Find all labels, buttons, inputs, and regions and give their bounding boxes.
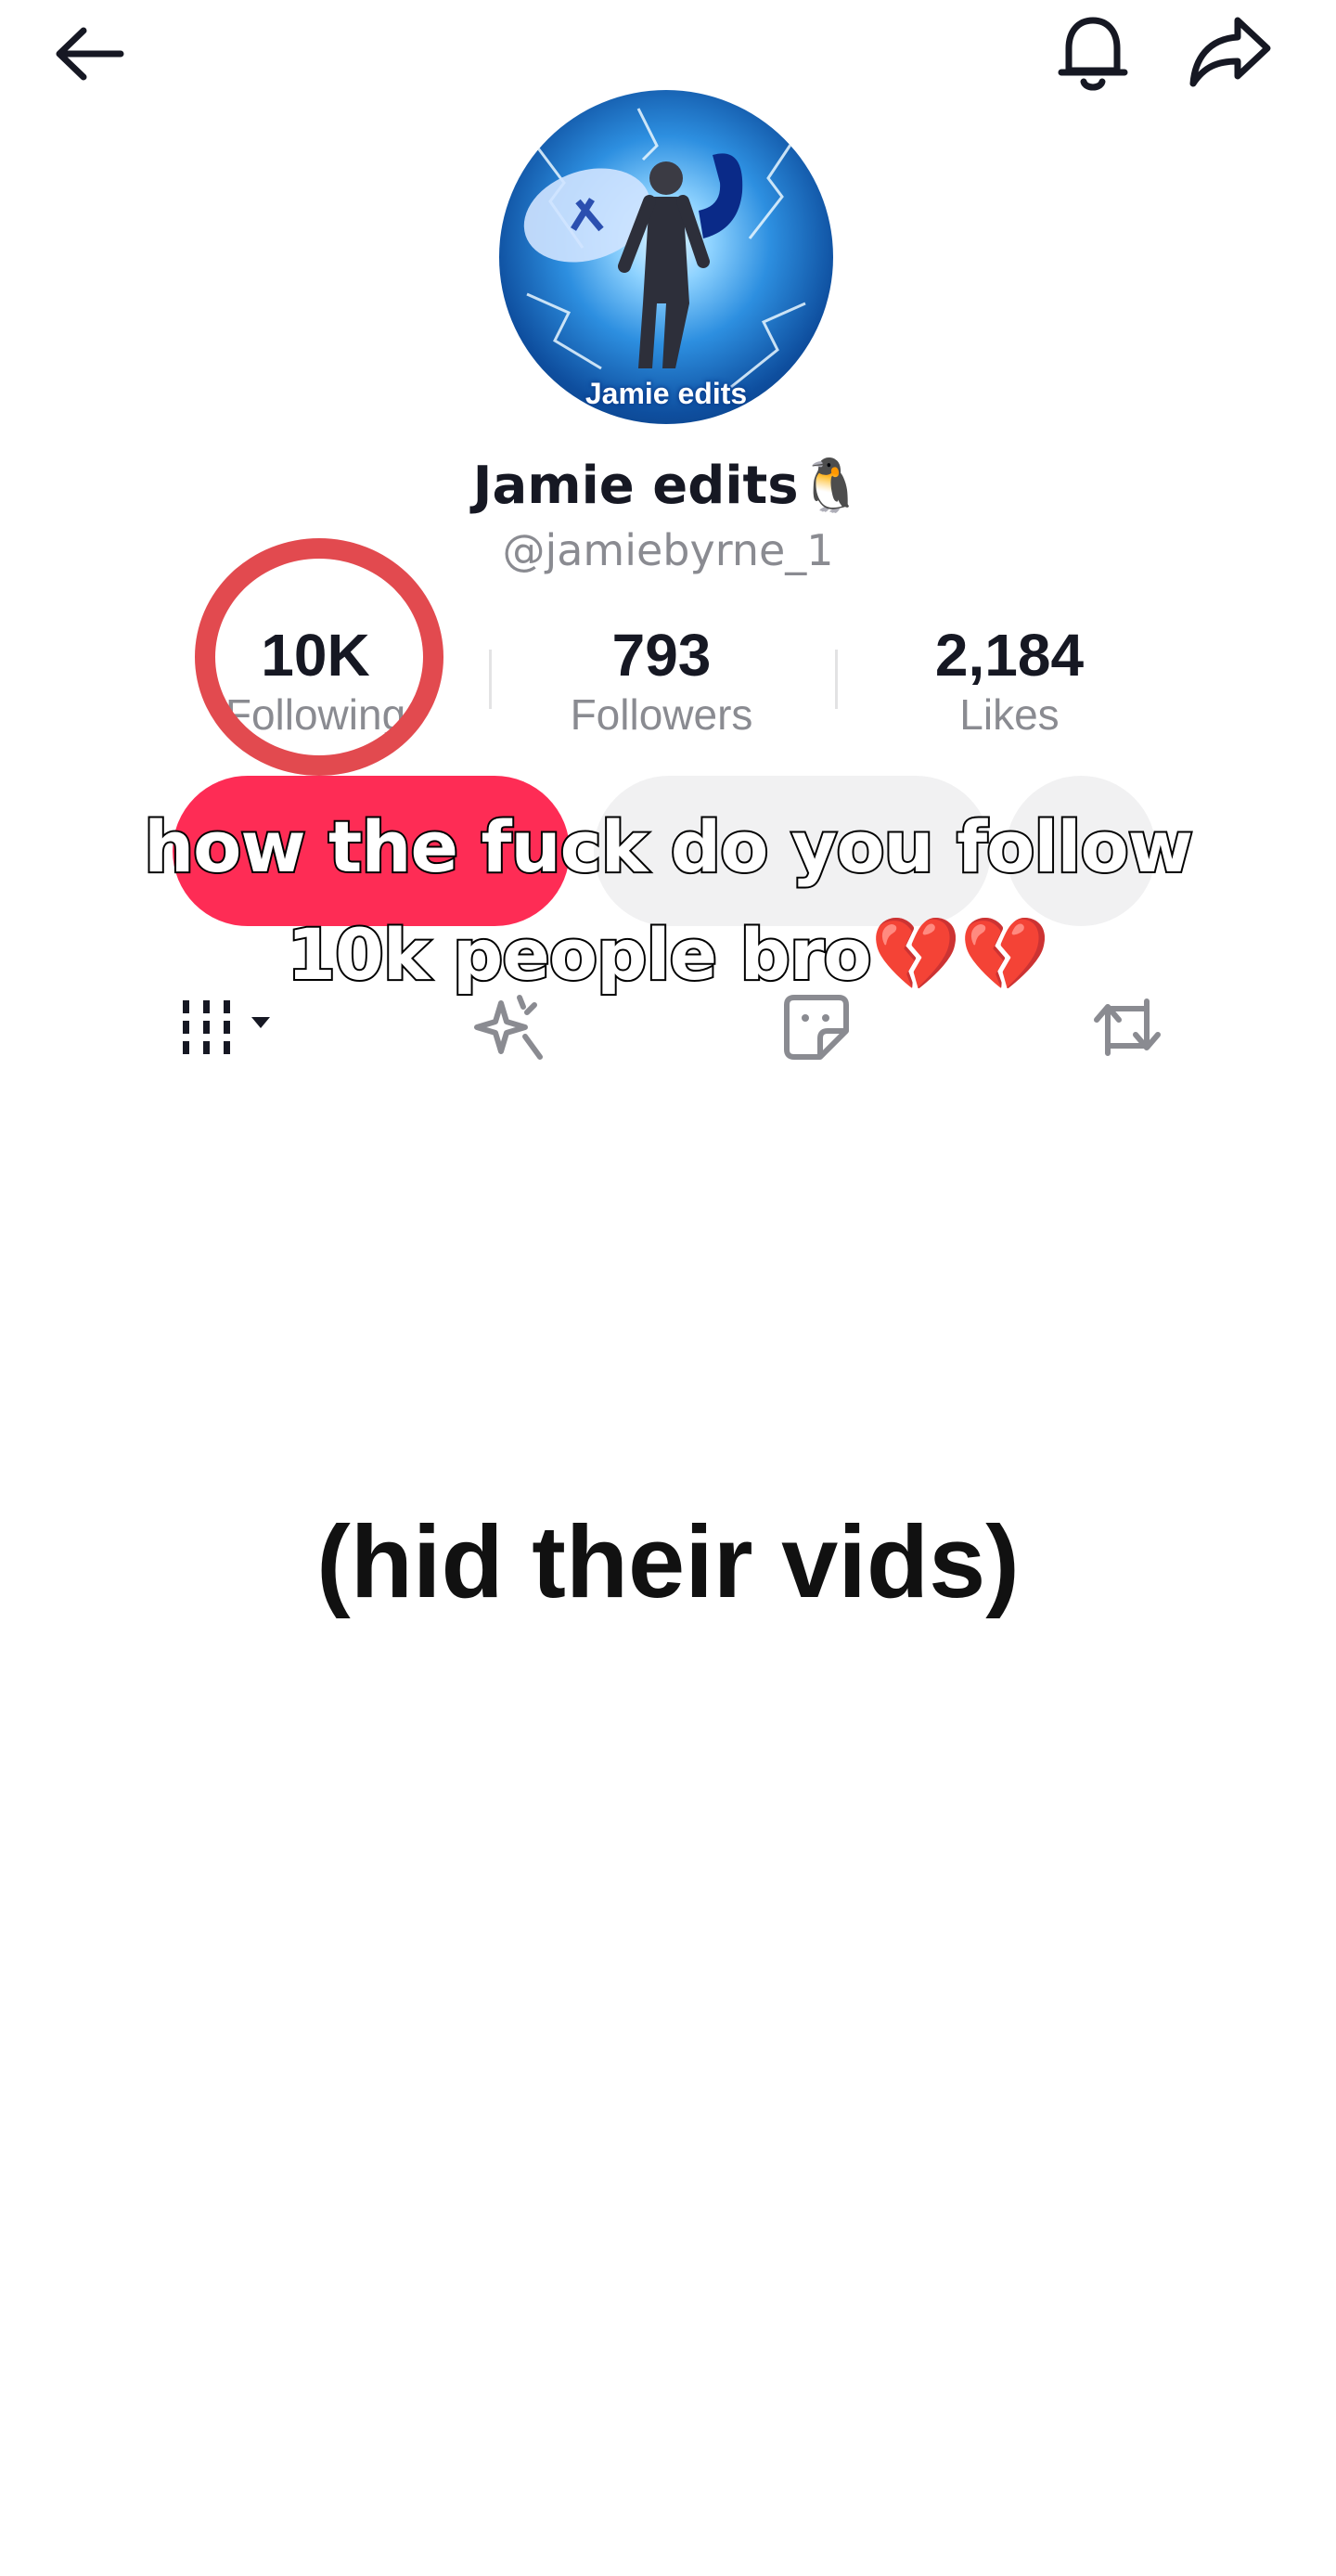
hidden-videos-note: (hid their vids) [316,1505,1020,1619]
arrow-left-icon [56,27,124,81]
username: @jamiebyrne_1 [502,525,834,575]
stat-divider [835,650,838,709]
grid-columns-icon [183,1000,270,1054]
share-icon [1189,17,1271,87]
share-button[interactable] [1184,6,1277,98]
tab-stickers[interactable] [770,985,863,1069]
stat-followers[interactable]: 793 Followers [532,620,791,739]
tab-reposts[interactable] [1076,985,1178,1069]
sticker-icon [784,995,849,1060]
avatar-artwork [523,108,806,389]
profile-avatar[interactable]: Jamie edits [499,90,833,424]
highlight-circle [195,538,443,776]
bell-icon [1058,17,1128,91]
back-button[interactable] [45,9,134,98]
notifications-button[interactable] [1048,6,1137,98]
tab-videos[interactable] [163,985,293,1069]
likes-label: Likes [959,690,1060,739]
sparkle-icon [474,995,543,1060]
caption-line2-text: 10k people bro [285,911,873,998]
display-name: Jamie edits🐧 [472,456,864,516]
likes-count: 2,184 [934,622,1085,689]
broken-heart-emoji: 💔💔 [870,913,1050,997]
repost-icon [1094,998,1161,1056]
tab-favorites[interactable] [464,985,557,1069]
followers-count: 793 [611,622,712,689]
followers-label: Followers [570,690,753,739]
avatar-caption: Jamie edits [584,377,748,410]
stat-divider [489,650,492,709]
overlay-caption-line1: how the fuck do you follow [142,804,1195,890]
stat-likes[interactable]: 2,184 Likes [880,620,1139,739]
